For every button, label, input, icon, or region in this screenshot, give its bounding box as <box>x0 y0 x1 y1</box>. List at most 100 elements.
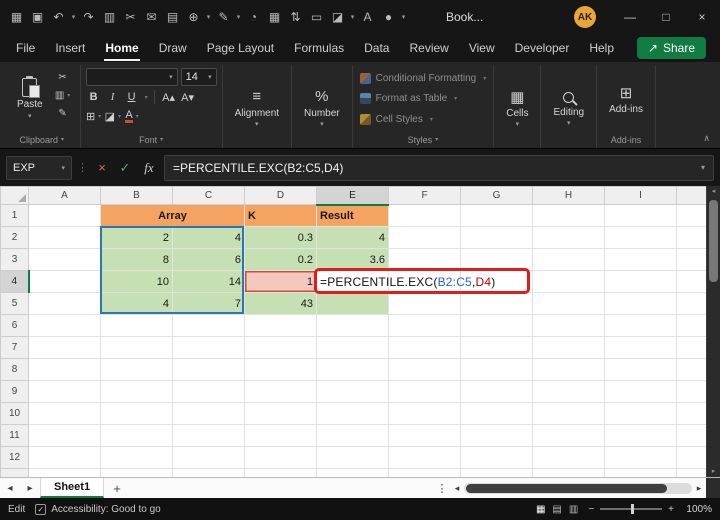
italic-button[interactable]: I <box>105 89 121 105</box>
cell[interactable] <box>28 380 101 403</box>
cell[interactable] <box>676 314 707 337</box>
cell[interactable] <box>172 358 245 381</box>
cell-c2[interactable]: 4 <box>172 226 245 249</box>
cell[interactable] <box>604 248 677 271</box>
vertical-scrollbar[interactable]: ◂ ▸ <box>706 186 720 477</box>
maximize-button[interactable]: □ <box>648 0 684 34</box>
cut-button[interactable]: ✂ <box>53 70 73 85</box>
cell[interactable] <box>532 226 605 249</box>
sort-icon[interactable]: ⇅ <box>285 0 306 34</box>
cell-b5[interactable]: 4 <box>100 292 173 315</box>
cell[interactable] <box>604 358 677 381</box>
format-as-table-button[interactable]: Format as Table ▾ <box>359 91 487 107</box>
cell[interactable] <box>316 380 389 403</box>
next-sheet-button[interactable]: ▸ <box>20 483 40 494</box>
cell[interactable] <box>460 292 533 315</box>
cell[interactable] <box>532 468 605 477</box>
undo-icon[interactable]: ↶ <box>48 0 69 34</box>
cell-result-header[interactable]: Result <box>316 204 389 227</box>
cell[interactable] <box>316 446 389 469</box>
cell[interactable] <box>100 446 173 469</box>
column-header-a[interactable]: A <box>28 186 101 205</box>
cell[interactable] <box>532 292 605 315</box>
cell[interactable] <box>460 402 533 425</box>
row-header[interactable]: 2 <box>0 226 29 249</box>
row-header[interactable]: 12 <box>0 446 29 469</box>
cell[interactable] <box>676 204 707 227</box>
picture-icon[interactable]: ▤ <box>162 0 183 34</box>
font-size-select[interactable]: 14 ▾ <box>180 68 217 86</box>
cell[interactable] <box>244 380 317 403</box>
cell-b3[interactable]: 8 <box>100 248 173 271</box>
cell[interactable] <box>388 292 461 315</box>
cell[interactable] <box>28 270 101 293</box>
shrink-font-button[interactable]: A▾ <box>180 89 196 105</box>
row-header[interactable]: 3 <box>0 248 29 271</box>
resize-dots-icon[interactable]: ⋮ <box>77 161 88 174</box>
cell[interactable] <box>244 314 317 337</box>
cell[interactable] <box>676 292 707 315</box>
zoom-level[interactable]: 100% <box>684 504 712 515</box>
cell-d3[interactable]: 0.2 <box>244 248 317 271</box>
column-header-i[interactable]: I <box>604 186 677 205</box>
cut-icon[interactable]: ✂ <box>120 0 141 34</box>
cell[interactable] <box>172 424 245 447</box>
cell[interactable] <box>316 336 389 359</box>
tab-home[interactable]: Home <box>95 34 148 62</box>
cell[interactable] <box>28 204 101 227</box>
cell[interactable] <box>676 380 707 403</box>
number-button[interactable]: % Number ▾ <box>297 66 347 148</box>
cell[interactable] <box>316 402 389 425</box>
cell[interactable] <box>388 248 461 271</box>
cell[interactable] <box>532 402 605 425</box>
cell[interactable] <box>316 358 389 381</box>
cell[interactable] <box>172 468 245 477</box>
cell[interactable] <box>316 424 389 447</box>
cell[interactable] <box>388 380 461 403</box>
sheet-tab-sheet1[interactable]: Sheet1 <box>40 478 105 498</box>
tab-developer[interactable]: Developer <box>505 34 580 62</box>
cell[interactable] <box>244 402 317 425</box>
tab-page-layout[interactable]: Page Layout <box>197 34 284 62</box>
row-header[interactable]: 8 <box>0 358 29 381</box>
row-header-selected[interactable]: 4 <box>0 270 30 293</box>
cell[interactable] <box>532 314 605 337</box>
cell[interactable] <box>244 446 317 469</box>
grow-font-button[interactable]: A▴ <box>161 89 177 105</box>
cell-c5[interactable]: 7 <box>172 292 245 315</box>
cell[interactable] <box>676 402 707 425</box>
cell-e3[interactable]: 3.6 <box>316 248 389 271</box>
cell[interactable] <box>100 424 173 447</box>
cell[interactable] <box>100 380 173 403</box>
cell[interactable] <box>604 226 677 249</box>
cell[interactable] <box>676 226 707 249</box>
normal-view-button[interactable]: ▦ <box>536 504 545 515</box>
cancel-entry-button[interactable]: × <box>93 160 111 175</box>
cell[interactable] <box>244 336 317 359</box>
row-header[interactable]: 9 <box>0 380 29 403</box>
cell[interactable] <box>604 468 677 477</box>
cell[interactable] <box>28 226 101 249</box>
select-all-button[interactable] <box>0 186 29 205</box>
cell[interactable] <box>460 248 533 271</box>
expand-formula-bar-icon[interactable]: ▾ <box>701 163 705 172</box>
chevron-down-icon[interactable]: ▾ <box>69 13 78 21</box>
collapse-ribbon-button[interactable]: ∧ <box>703 133 710 144</box>
qat-overflow-icon[interactable]: ▾ <box>399 13 408 21</box>
cell[interactable] <box>28 314 101 337</box>
cell[interactable] <box>388 314 461 337</box>
zoom-slider-thumb[interactable] <box>631 504 635 514</box>
cell-d5[interactable]: 43 <box>244 292 317 315</box>
clock-icon[interactable]: ◔ <box>243 0 264 34</box>
cell[interactable] <box>532 358 605 381</box>
app-menu-icon[interactable]: ▦ <box>6 0 27 34</box>
cell[interactable] <box>604 270 677 293</box>
cell[interactable] <box>604 424 677 447</box>
dialog-launcher-icon[interactable]: ▾ <box>160 136 163 143</box>
cell[interactable] <box>172 380 245 403</box>
cell[interactable] <box>172 336 245 359</box>
cell[interactable] <box>388 468 461 477</box>
pen-icon[interactable]: ✎ <box>213 0 234 34</box>
formula-input[interactable]: =PERCENTILE.EXC(B2:C5,D4) ▾ <box>164 154 714 181</box>
cell[interactable] <box>388 446 461 469</box>
